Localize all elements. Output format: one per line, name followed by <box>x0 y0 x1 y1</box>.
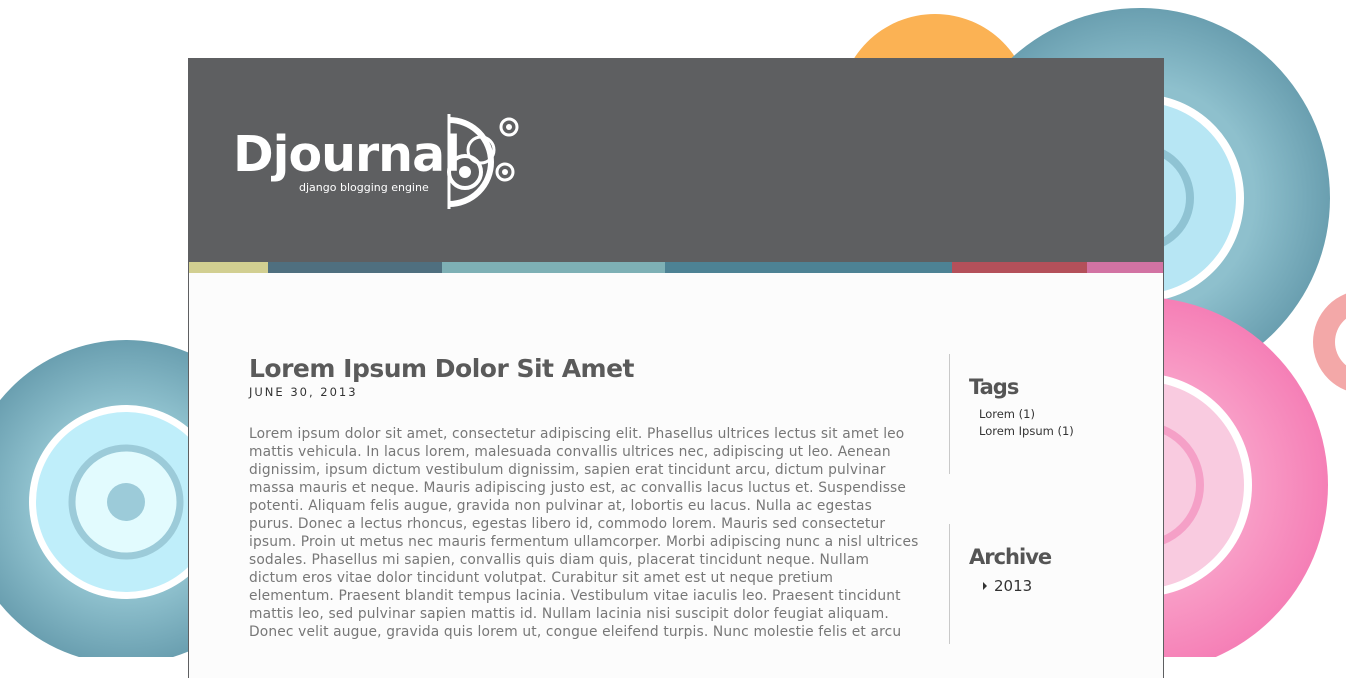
tags-title: Tags <box>969 375 1019 399</box>
archive-widget: Archive 2013 <box>969 544 1139 596</box>
post-title[interactable]: Lorem Ipsum Dolor Sit Amet <box>249 354 919 384</box>
header-color-stripe <box>189 262 1163 273</box>
expand-arrow-icon[interactable] <box>983 582 987 590</box>
post-date: JUNE 30, 2013 <box>249 385 358 399</box>
archive-list: 2013 <box>983 576 1139 596</box>
tags-widget: Tags Lorem (1) Lorem Ipsum (1) <box>969 374 1139 440</box>
post-body: Lorem ipsum dolor sit amet, consectetur … <box>249 426 919 640</box>
site-header: Djournal django blogging engine <box>189 58 1163 262</box>
logo-text: Djournal <box>233 126 461 183</box>
blog-page: Djournal django blogging engine Lorem Ip… <box>188 58 1164 678</box>
archive-item[interactable]: 2013 <box>983 576 1139 596</box>
logo-tagline: django blogging engine <box>299 181 429 194</box>
post-article: Lorem Ipsum Dolor Sit Amet JUNE 30, 2013… <box>249 354 919 641</box>
site-logo[interactable]: Djournal django blogging engine <box>233 112 523 212</box>
tag-item[interactable]: Lorem Ipsum (1) <box>979 423 1139 440</box>
sidebar-divider <box>949 354 950 474</box>
logo-circles-icon <box>447 114 519 209</box>
archive-year[interactable]: 2013 <box>994 576 1032 596</box>
tag-item[interactable]: Lorem (1) <box>979 406 1139 423</box>
archive-title: Archive <box>969 545 1052 569</box>
sidebar-divider <box>949 524 950 644</box>
tag-list: Lorem (1) Lorem Ipsum (1) <box>979 406 1139 440</box>
